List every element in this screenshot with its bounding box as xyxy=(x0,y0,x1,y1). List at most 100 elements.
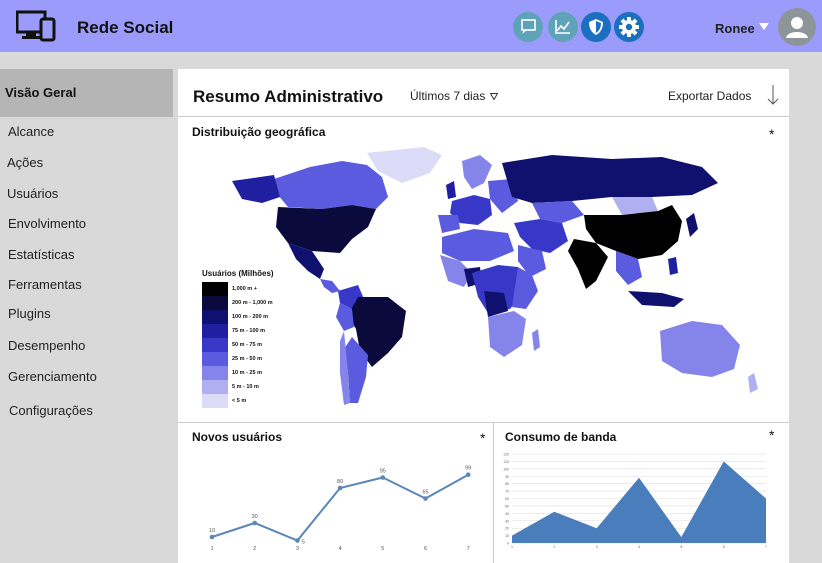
x-tick-label: 2 xyxy=(553,545,555,549)
legend-swatch xyxy=(202,366,228,380)
legend-row: 5 m - 10 m xyxy=(202,380,274,394)
header-divider xyxy=(178,116,789,117)
legend-label: < 5 m xyxy=(232,398,247,404)
legend-label: 5 m - 10 m xyxy=(232,384,259,390)
analytics-icon[interactable] xyxy=(548,12,578,42)
sidebar-item-desempenho[interactable]: Desempenho xyxy=(8,338,85,353)
map-region-central-america xyxy=(320,279,340,293)
legend-label: 1,000 m + xyxy=(232,286,257,292)
legend-row: < 5 m xyxy=(202,394,274,408)
data-point xyxy=(252,520,257,526)
data-label: 95 xyxy=(380,469,386,475)
data-label: 99 xyxy=(465,466,471,472)
data-point xyxy=(380,475,386,480)
legend-row: 200 m - 1,000 m xyxy=(202,296,274,310)
world-map xyxy=(232,147,758,405)
map-region-madagascar xyxy=(532,329,540,351)
y-tick-label: 110 xyxy=(503,460,509,464)
legend-label: 50 m - 75 m xyxy=(232,342,262,348)
y-tick-label: 80 xyxy=(505,482,509,486)
map-region-canada xyxy=(274,161,388,209)
map-panel-title: Distribuição geográfica xyxy=(192,125,326,139)
x-tick-label: 5 xyxy=(680,545,682,549)
sidebar-item-ferramentas[interactable]: Ferramentas xyxy=(8,277,82,292)
x-tick-label: 3 xyxy=(296,546,299,552)
bandwidth-chart: 0 10 20 30 40 50 60 70 80 90 100 110 120 1 2 3 4 5 6 7 xyxy=(503,453,767,550)
map-region-uk xyxy=(446,181,456,199)
bandwidth-title: Consumo de banda xyxy=(505,430,617,444)
legend-row: 75 m - 100 m xyxy=(202,324,274,338)
x-tick-label: 5 xyxy=(381,546,384,552)
legend-swatch xyxy=(202,338,228,352)
bandwidth-menu-icon[interactable]: * xyxy=(769,427,774,443)
sidebar-item-estatisticas[interactable]: Estatísticas xyxy=(8,247,74,262)
data-label: 80 xyxy=(337,479,343,485)
legend-label: 75 m - 100 m xyxy=(232,328,266,334)
sidebar-item-configuracoes[interactable]: Configurações xyxy=(9,403,93,418)
sidebar: Visão Geral xyxy=(0,69,173,117)
date-range-select[interactable]: Últimos 7 dias xyxy=(410,89,485,103)
sidebar-item-alcance[interactable]: Alcance xyxy=(8,124,54,139)
map-region-alaska xyxy=(232,175,280,203)
x-tick-label: 3 xyxy=(596,545,598,549)
data-label: 5 xyxy=(302,540,305,546)
main-panel: Resumo Administrativo Últimos 7 dias Exp… xyxy=(178,69,789,563)
gear-icon[interactable] xyxy=(614,12,644,42)
y-tick-label: 50 xyxy=(505,504,509,508)
x-tick-label: 1 xyxy=(210,546,213,552)
chevron-down-icon[interactable] xyxy=(490,93,498,100)
map-region-philippines xyxy=(668,257,678,275)
download-arrow-icon[interactable] xyxy=(767,84,779,106)
data-point xyxy=(423,496,428,501)
map-region-scandinavia xyxy=(462,155,492,189)
legend-row: 25 m - 50 m xyxy=(202,352,274,366)
legend-swatch xyxy=(202,282,228,296)
map-panel-menu-icon[interactable]: * xyxy=(769,126,774,142)
map-region-new-zealand xyxy=(748,373,758,393)
y-tick-label: 10 xyxy=(505,534,509,538)
data-label: 30 xyxy=(252,514,258,520)
x-tick-label: 7 xyxy=(765,545,767,549)
data-label: 10 xyxy=(209,528,215,534)
map-region-japan xyxy=(686,213,698,237)
map-region-australia xyxy=(660,321,740,377)
sidebar-item-gerenciamento[interactable]: Gerenciamento xyxy=(8,369,97,384)
x-tick-label: 6 xyxy=(424,546,427,552)
legend-swatch xyxy=(202,310,228,324)
x-tick-label: 4 xyxy=(638,545,640,549)
map-region-iberia xyxy=(438,215,460,233)
legend-swatch xyxy=(202,296,228,310)
chat-icon[interactable] xyxy=(513,12,543,42)
sidebar-item-visao-geral[interactable]: Visão Geral xyxy=(0,69,173,117)
sidebar-item-plugins[interactable]: Plugins xyxy=(8,306,51,321)
y-tick-label: 30 xyxy=(505,519,509,523)
y-tick-label: 0 xyxy=(507,542,509,546)
y-tick-label: 90 xyxy=(505,475,509,479)
data-point xyxy=(209,534,215,540)
y-tick-label: 120 xyxy=(503,453,509,457)
export-data-button[interactable]: Exportar Dados xyxy=(668,89,751,103)
map-region-india xyxy=(568,239,608,289)
map-region-indonesia xyxy=(628,291,684,307)
sidebar-item-acoes[interactable]: Ações xyxy=(7,155,43,170)
new-users-chart: 10130253804955656997 xyxy=(209,466,471,552)
shield-icon[interactable] xyxy=(581,12,611,42)
sidebar-item-usuarios[interactable]: Usuários xyxy=(7,186,58,201)
map-region-north-africa xyxy=(442,229,514,261)
data-point xyxy=(465,472,471,477)
page-title: Resumo Administrativo xyxy=(193,87,384,106)
y-tick-label: 100 xyxy=(503,467,509,471)
legend-row: 100 m - 200 m xyxy=(202,310,274,324)
panel-divider xyxy=(178,422,789,423)
y-tick-label: 70 xyxy=(505,490,509,494)
legend-label: 25 m - 50 m xyxy=(232,356,262,362)
x-tick-label: 7 xyxy=(467,546,470,552)
map-region-southern-africa xyxy=(488,311,526,357)
user-menu-caret-icon[interactable] xyxy=(759,23,769,30)
sidebar-item-envolvimento[interactable]: Envolvimento xyxy=(8,216,86,231)
user-name[interactable]: Ronee xyxy=(715,21,755,36)
y-tick-label: 20 xyxy=(505,527,509,531)
avatar[interactable] xyxy=(778,8,816,46)
legend-row: 10 m - 25 m xyxy=(202,366,274,380)
legend-swatch xyxy=(202,394,228,408)
